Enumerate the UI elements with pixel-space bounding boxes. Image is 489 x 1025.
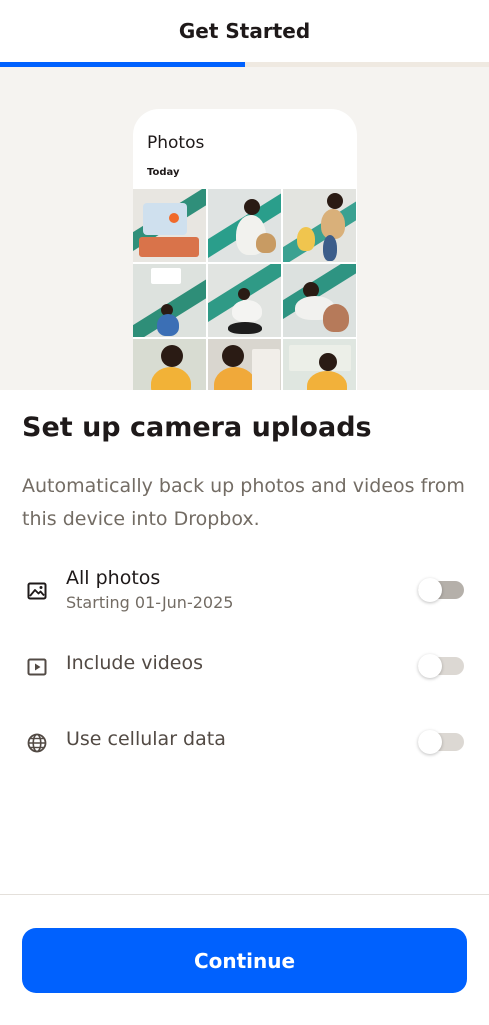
- photo-thumbnail: [133, 339, 206, 390]
- footer-bar: Continue: [0, 894, 489, 1025]
- option-label: Include videos: [66, 652, 203, 674]
- top-bar: Get Started: [0, 0, 489, 62]
- photo-icon: [26, 580, 48, 602]
- phone-today-label: Today: [147, 167, 180, 178]
- photo-thumbnail: [283, 264, 356, 337]
- photo-thumbnail: [133, 264, 206, 337]
- photo-thumbnail: [208, 339, 281, 390]
- page-title: Get Started: [178, 19, 311, 43]
- continue-button[interactable]: Continue: [22, 928, 467, 993]
- photo-thumbnail: [133, 189, 206, 262]
- video-icon: [26, 656, 48, 678]
- globe-icon: [26, 732, 48, 754]
- option-cellular-data[interactable]: Use cellular data: [0, 718, 489, 768]
- option-label: All photos: [66, 567, 161, 589]
- cellular-data-toggle[interactable]: [418, 730, 464, 754]
- option-sublabel: Starting 01-Jun-2025: [66, 593, 234, 612]
- include-videos-toggle[interactable]: [418, 654, 464, 678]
- toggle-knob: [418, 654, 442, 678]
- photo-thumbnail: [208, 264, 281, 337]
- hero-illustration: Photos Today: [0, 67, 489, 390]
- photo-thumbnail: [283, 189, 356, 262]
- photo-thumbnail: [208, 189, 281, 262]
- option-include-videos[interactable]: Include videos: [0, 642, 489, 692]
- phone-photos-title: Photos: [147, 133, 205, 153]
- phone-mockup: Photos Today: [133, 109, 357, 390]
- all-photos-toggle[interactable]: [418, 578, 464, 602]
- toggle-knob: [418, 578, 442, 602]
- option-all-photos[interactable]: All photos Starting 01-Jun-2025: [0, 566, 489, 616]
- camera-uploads-heading: Set up camera uploads: [22, 412, 372, 443]
- camera-uploads-description: Automatically back up photos and videos …: [22, 475, 465, 530]
- option-label: Use cellular data: [66, 728, 226, 750]
- photo-thumbnail: [283, 339, 356, 390]
- photo-grid: [133, 189, 357, 390]
- toggle-knob: [418, 730, 442, 754]
